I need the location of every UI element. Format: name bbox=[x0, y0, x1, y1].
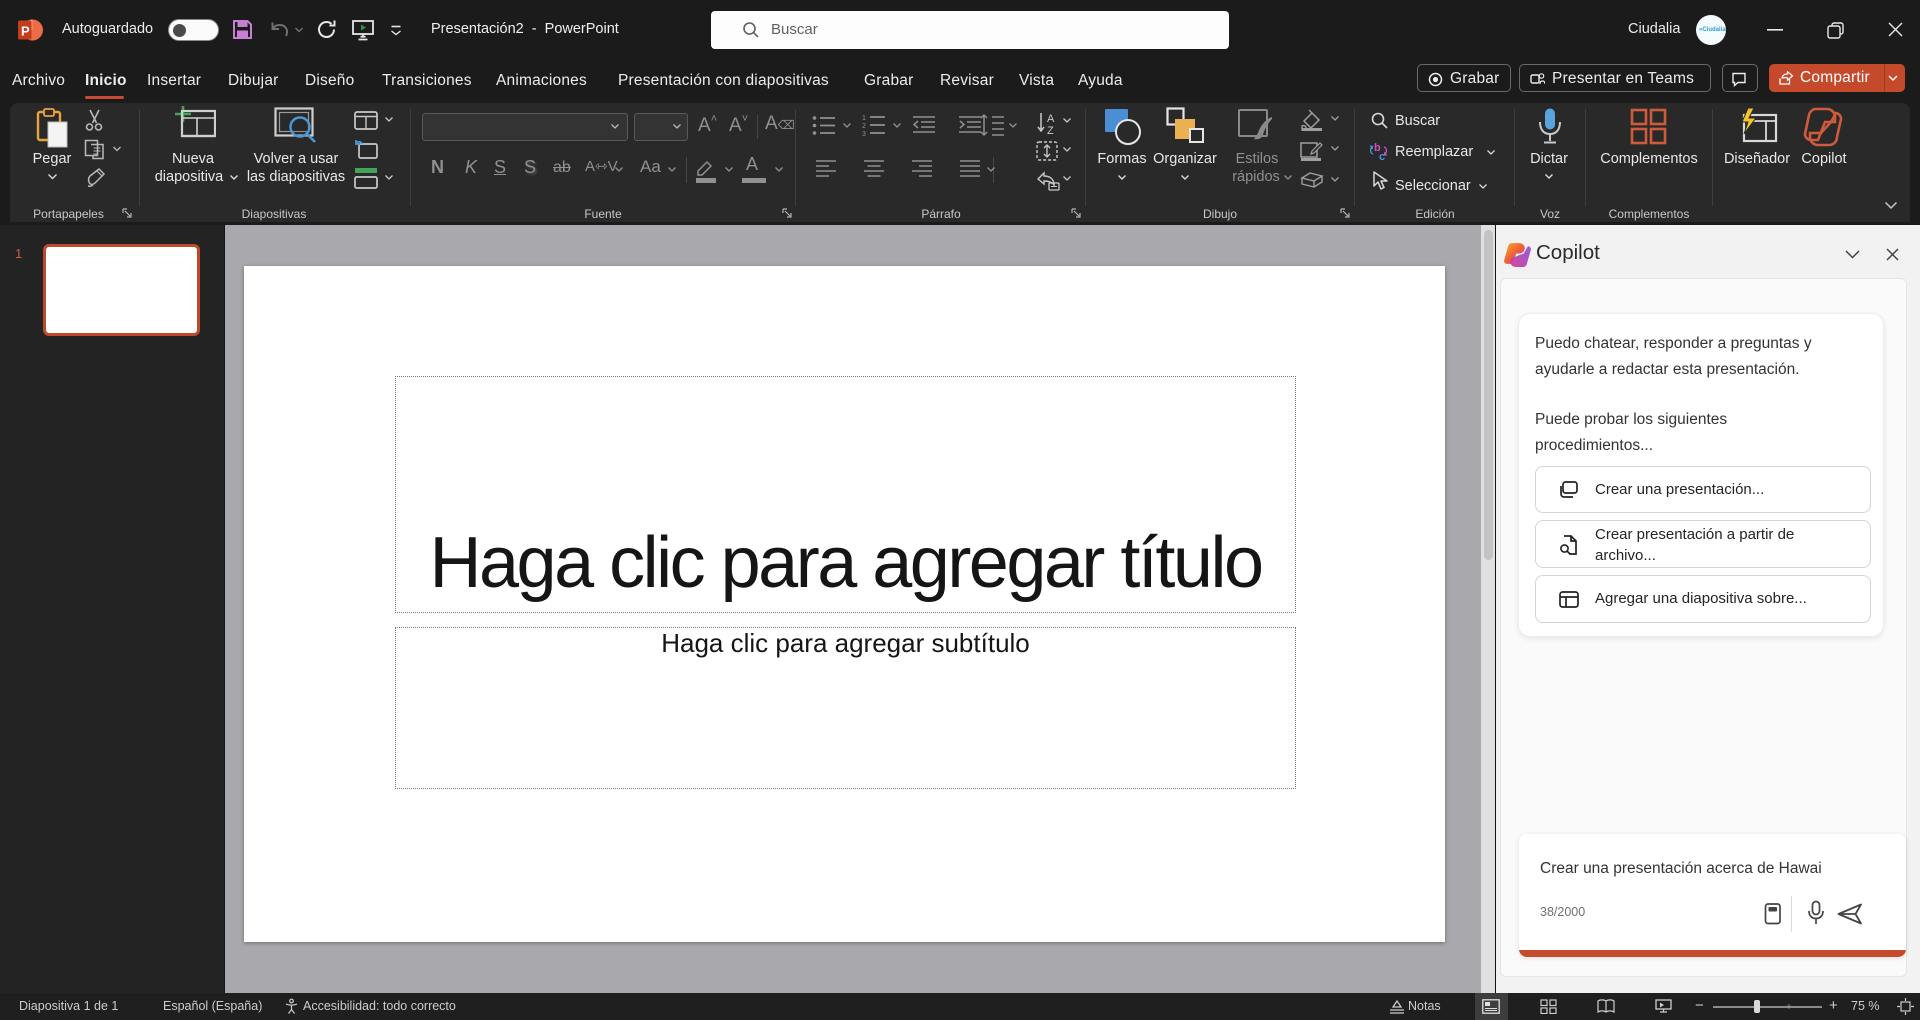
svg-text:3: 3 bbox=[862, 131, 866, 137]
svg-text:Z: Z bbox=[1047, 125, 1054, 135]
svg-text:P: P bbox=[21, 24, 30, 39]
svg-text:2: 2 bbox=[862, 123, 866, 130]
svg-text:A: A bbox=[1047, 113, 1055, 125]
svg-text:1: 1 bbox=[862, 115, 866, 122]
svg-text:c: c bbox=[1379, 151, 1385, 161]
